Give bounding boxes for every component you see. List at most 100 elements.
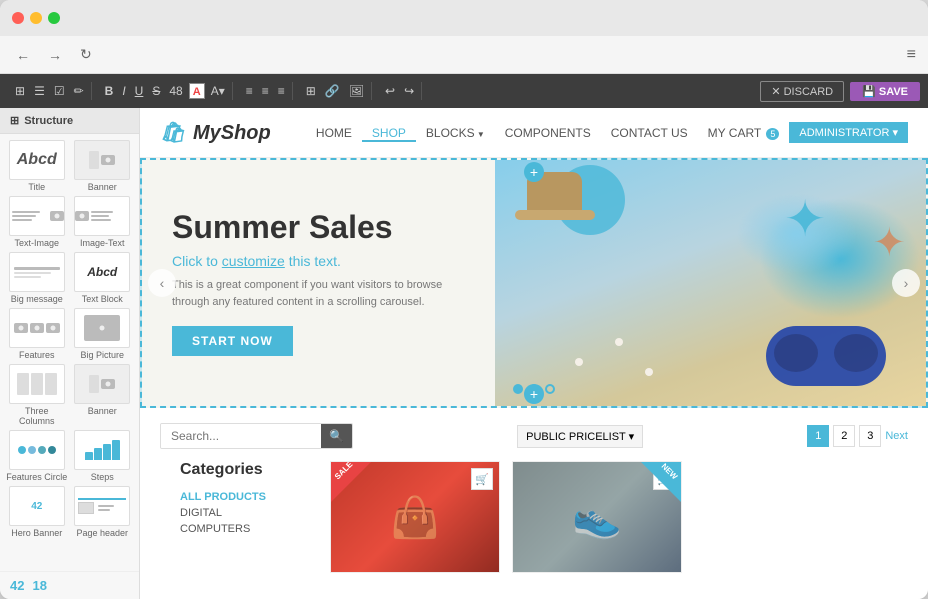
sidebar-item-features-circle[interactable]: Features Circle: [6, 430, 68, 482]
close-button[interactable]: [12, 12, 24, 24]
page-num-2: 18: [32, 578, 46, 593]
hero-title: Summer Sales: [172, 210, 504, 245]
align-left-button[interactable]: ≡: [243, 82, 256, 100]
page-3-button[interactable]: 3: [859, 425, 881, 447]
slider-next-button[interactable]: ›: [892, 269, 920, 297]
check-button[interactable]: ☑: [51, 82, 68, 100]
search-input[interactable]: [161, 424, 321, 448]
refresh-button[interactable]: ↻: [76, 44, 96, 65]
color-picker-button[interactable]: A: [189, 83, 205, 99]
cat-list: ALL PRODUCTS DIGITAL COMPUTERS: [180, 489, 310, 537]
page-next-button[interactable]: Next: [885, 430, 908, 442]
slider-dot-1[interactable]: [513, 384, 523, 394]
slider-prev-button[interactable]: ‹: [148, 269, 176, 297]
editor-toolbar: ⊞ ☰ ☑ ✏ B I U S 48 A A▾ ≡ ≡ ≡ ⊞ 🔗 🖼 ↩ ↪: [0, 74, 928, 108]
sidebar-item-page-header[interactable]: Page header: [72, 486, 134, 538]
shell-2: [615, 338, 623, 346]
sidebar-item-banner2[interactable]: Banner: [72, 364, 134, 426]
hero-banner-preview: 42: [9, 486, 65, 526]
big-picture-preview: [74, 308, 130, 348]
nav-item-blocks[interactable]: BLOCKS: [416, 126, 495, 140]
sidebar-item-text-image[interactable]: Text-Image: [6, 196, 68, 248]
add-to-cart-1[interactable]: 🛒: [471, 468, 493, 490]
sidebar-item-title[interactable]: Abcd Title: [6, 140, 68, 192]
page-header-label: Page header: [76, 528, 128, 538]
link-button[interactable]: 🔗: [322, 82, 343, 100]
sidebar-item-hero-banner[interactable]: 42 Hero Banner: [6, 486, 68, 538]
edit-handle-bottom[interactable]: +: [524, 384, 544, 404]
image-text-preview: [74, 196, 130, 236]
sidebar-item-three-columns[interactable]: Three Columns: [6, 364, 68, 426]
page-2-button[interactable]: 2: [833, 425, 855, 447]
bag-icon: 👜: [390, 494, 440, 541]
minimize-button[interactable]: [30, 12, 42, 24]
main-content: ⊞ Structure Abcd Title: [0, 108, 928, 599]
product-card-1: SALE 👜 🛒: [330, 461, 500, 573]
align-center-button[interactable]: ≡: [259, 82, 272, 100]
image-button[interactable]: 🖼: [346, 82, 367, 100]
strikethrough-button[interactable]: S: [149, 82, 163, 100]
hero-banner-label: Hero Banner: [11, 528, 62, 538]
slider-dot-3[interactable]: [545, 384, 555, 394]
cat-computers[interactable]: COMPUTERS: [180, 521, 310, 537]
undo-button[interactable]: ↩: [382, 82, 398, 100]
hero-left: Summer Sales Click to customize this tex…: [142, 160, 534, 406]
traffic-lights: [12, 12, 60, 24]
sidebar-item-image-text[interactable]: Image-Text: [72, 196, 134, 248]
back-button[interactable]: ←: [12, 45, 34, 65]
starfish-1: ✦: [784, 190, 826, 248]
forward-button[interactable]: →: [44, 45, 66, 65]
nav-item-contact[interactable]: CONTACT US: [601, 126, 698, 140]
product-img-1: SALE 👜 🛒: [331, 462, 499, 572]
hero-cta-button[interactable]: START NOW: [172, 326, 293, 356]
cat-all-products[interactable]: ALL PRODUCTS: [180, 489, 310, 505]
pricelist-dropdown[interactable]: PUBLIC PRICELIST ▾: [517, 425, 643, 448]
sidebar-item-big-message[interactable]: Big message: [6, 252, 68, 304]
align-right-button[interactable]: ≡: [275, 82, 288, 100]
sidebar-item-banner[interactable]: Banner: [72, 140, 134, 192]
save-button[interactable]: 💾 SAVE: [850, 82, 920, 101]
grid-view-button[interactable]: ⊞: [12, 82, 28, 100]
features-preview: [9, 308, 65, 348]
cat-digital[interactable]: DIGITAL: [180, 505, 310, 521]
bold-button[interactable]: B: [102, 82, 117, 100]
title-preview: Abcd: [9, 140, 65, 180]
maximize-button[interactable]: [48, 12, 60, 24]
list-view-button[interactable]: ☰: [31, 82, 48, 100]
cat-sidebar: Categories ALL PRODUCTS DIGITAL COMPUTER…: [180, 461, 310, 573]
title-bar: [0, 0, 928, 36]
nav-item-cart[interactable]: MY CART 5: [698, 126, 790, 140]
nav-item-shop[interactable]: SHOP: [362, 126, 416, 142]
underline-button[interactable]: U: [132, 82, 147, 100]
nav-item-home[interactable]: HOME: [306, 126, 362, 140]
discard-button[interactable]: ✕ DISCARD: [760, 81, 844, 102]
sidebar-item-big-picture[interactable]: Big Picture: [72, 308, 134, 360]
site-menu: HOME SHOP BLOCKS COMPONENTS CONTACT US M…: [306, 124, 789, 142]
admin-button[interactable]: ADMINISTRATOR ▾: [789, 122, 908, 143]
font-size-button[interactable]: 48: [166, 82, 185, 100]
image-text-label: Image-Text: [80, 238, 125, 248]
browser-bar: ← → ↻ ≡: [0, 36, 928, 74]
banner-label: Banner: [88, 182, 117, 192]
toolbar-group-view: ⊞ ☰ ☑ ✏: [8, 82, 92, 100]
sidebar-header: ⊞ Structure: [0, 108, 139, 134]
table-button[interactable]: ⊞: [303, 82, 319, 100]
pencil-button[interactable]: ✏: [71, 82, 87, 100]
highlight-button[interactable]: A▾: [208, 82, 228, 100]
italic-button[interactable]: I: [119, 82, 128, 100]
features-circle-preview: [9, 430, 65, 470]
sidebar-item-steps[interactable]: Steps: [72, 430, 134, 482]
page-1-button[interactable]: 1: [807, 425, 829, 447]
edit-handle-top[interactable]: +: [524, 162, 544, 182]
nav-item-components[interactable]: COMPONENTS: [495, 126, 601, 140]
browser-menu-button[interactable]: ≡: [907, 46, 916, 64]
cart-badge: 5: [766, 128, 779, 140]
hero-customize-link[interactable]: customize: [222, 253, 285, 269]
sidebar-item-text-block[interactable]: Abcd Text Block: [72, 252, 134, 304]
redo-button[interactable]: ↪: [401, 82, 417, 100]
search-button[interactable]: 🔍: [321, 424, 352, 448]
sidebar-item-features[interactable]: Features: [6, 308, 68, 360]
browser-window: ← → ↻ ≡ ⊞ ☰ ☑ ✏ B I U S 48 A A▾ ≡ ≡ ≡ ⊞ …: [0, 0, 928, 599]
shell-1: [575, 358, 583, 366]
features-label: Features: [19, 350, 55, 360]
